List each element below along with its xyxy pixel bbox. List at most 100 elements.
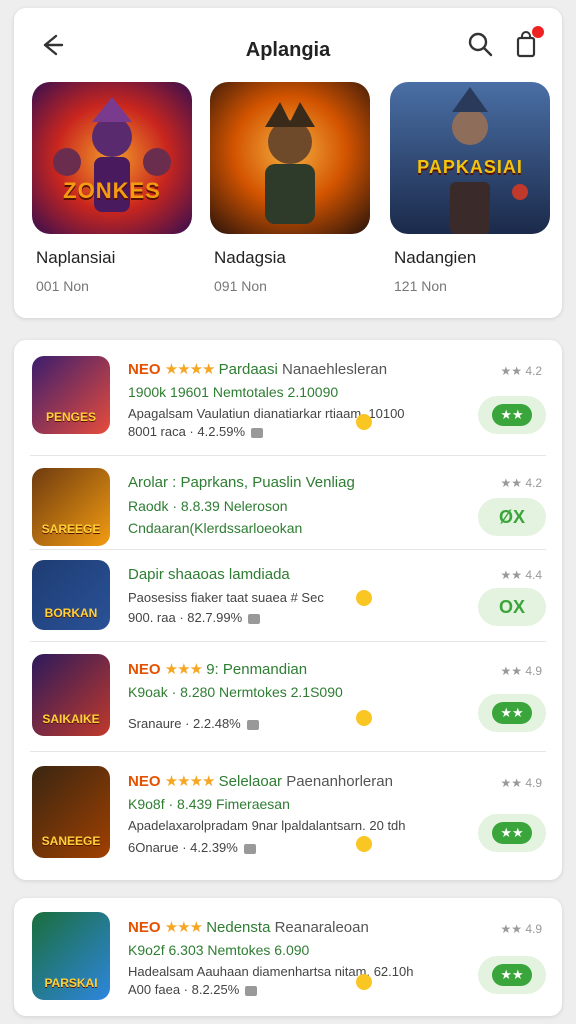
item-subtitle: K9oak · 8.280 Nermtokes 2.1S090	[128, 684, 343, 700]
list-item[interactable]: PENGES NEO ★★★★ Pardaasi Nanaehlesleran …	[14, 340, 562, 456]
tag: NEO	[128, 919, 161, 936]
item-meta: 900. raa · 82.7.99%	[128, 610, 261, 625]
title-tail: Reanaraleoan	[270, 919, 369, 936]
thumb-label: SAIKAIKE	[42, 712, 100, 726]
featured-sub: 091 Non	[214, 278, 267, 294]
stars: ★★★★	[164, 773, 216, 790]
list-item[interactable]: SAREEGE Arolar : Paprkans, Puaslin Venli…	[14, 456, 562, 550]
install-button[interactable]: ØX	[478, 498, 546, 536]
rating: ★★ 4.9	[500, 922, 542, 936]
featured-name: Nadagsia	[214, 248, 286, 267]
item-description: Paosesiss fiaker taat suaea # Sec	[128, 590, 324, 605]
item-description: Cndaaran(Klerdssarloeokan	[128, 520, 303, 536]
featured-item[interactable]: PAPKASIAI Nadangien 121 Non	[390, 82, 550, 312]
thumb-label: SANEEGE	[41, 834, 101, 848]
smiley-icon	[356, 974, 372, 990]
meta-text: 6Onarue · 4.2.39%	[128, 840, 238, 855]
item-title: NEO ★★★ Nedensta Reanaraleoan	[128, 918, 369, 936]
item-subtitle: K9o8f · 8.439 Fimeraesan	[128, 796, 290, 812]
title-text: Pardaasi	[214, 361, 278, 378]
title-tail: Nanaehlesleran	[277, 361, 388, 378]
title-text: Nedensta	[202, 919, 271, 936]
item-title: Arolar : Paprkans, Puaslin Venliag	[128, 474, 355, 491]
thumb-label: BORKAN	[44, 606, 98, 620]
meta-text: 8001 raca · 4.2.59%	[128, 424, 246, 439]
title-text: Selelaoar	[214, 773, 283, 790]
art-label: PAPKASIAI	[417, 157, 523, 177]
tag: NEO	[128, 773, 161, 790]
stars: ★★★	[164, 661, 203, 678]
thumb-label: PARSKAI	[44, 976, 98, 990]
game-thumbnail: SAREEGE	[32, 468, 110, 546]
featured-sub: 121 Non	[394, 278, 447, 294]
thumbs-up-icon	[243, 843, 256, 854]
list-item[interactable]: SAIKAIKE NEO ★★★ 9: Penmandian K9oak · 8…	[14, 642, 562, 752]
title-tail: Paenanhorleran	[282, 773, 393, 790]
list-item[interactable]: SANEEGE NEO ★★★★ Selelaoar Paenanhorlera…	[14, 752, 562, 880]
item-subtitle: 1900k 19601 Nemtotales 2.10090	[128, 384, 339, 400]
smiley-icon	[356, 710, 372, 726]
tag: NEO	[128, 661, 161, 678]
rating: ★★ 4.9	[500, 776, 542, 790]
title-text: Dapir shaaoas lamdiada	[128, 566, 290, 583]
item-title: NEO ★★★★ Selelaoar Paenanhorleran	[128, 772, 393, 790]
item-title: Dapir shaaoas lamdiada	[128, 566, 290, 583]
thumbs-up-icon	[251, 427, 264, 438]
stars: ★★★	[164, 919, 203, 936]
item-subtitle: Raodk · 8.8.39 Neleroson	[128, 498, 288, 514]
action-label: ★★	[492, 404, 532, 426]
install-button[interactable]: ★★	[478, 956, 546, 994]
featured-item[interactable]: ZONKES Naplansiai 001 Non	[32, 82, 192, 312]
rating: ★★ 4.2	[500, 476, 542, 490]
install-button[interactable]: ★★	[478, 396, 546, 434]
rating: ★★ 4.9	[500, 664, 542, 678]
meta-text: Sranaure · 2.2.48%	[128, 716, 241, 731]
featured-item[interactable]: Nadagsia 091 Non	[210, 82, 370, 312]
list-item[interactable]: PARSKAI NEO ★★★ Nedensta Reanaraleoan K9…	[14, 898, 562, 1016]
featured-card: Aplangia ZONKES Naplansiai 001 Non Nadag…	[14, 8, 562, 318]
art-label: ZONKES	[63, 178, 161, 203]
action-label: ★★	[492, 702, 532, 724]
item-meta: A00 faea · 8.2.25%	[128, 982, 258, 997]
thumbs-up-icon	[246, 719, 259, 730]
app-header: Aplangia	[14, 8, 562, 76]
action-label: ★★	[492, 822, 532, 844]
game-art: PAPKASIAI	[390, 82, 550, 234]
smiley-icon	[356, 590, 372, 606]
stars: ★★★★	[164, 361, 216, 378]
game-thumbnail: SANEEGE	[32, 766, 110, 858]
item-subtitle: K9o2f 6.303 Nemtokes 6.090	[128, 942, 310, 958]
install-button[interactable]: ★★	[478, 814, 546, 852]
item-description: Apadelaxarolpradam 9nar lpaldalantsarn. …	[128, 818, 406, 833]
game-list: PENGES NEO ★★★★ Pardaasi Nanaehlesleran …	[14, 340, 562, 880]
item-title: NEO ★★★★ Pardaasi Nanaehlesleran	[128, 360, 387, 378]
game-thumbnail: PENGES	[32, 356, 110, 434]
cart-button[interactable]	[512, 26, 544, 58]
game-thumbnail: PARSKAI	[32, 912, 110, 1000]
install-button[interactable]: OX	[478, 588, 546, 626]
item-meta: 6Onarue · 4.2.39%	[128, 840, 256, 855]
notification-badge	[532, 26, 544, 38]
install-button[interactable]: ★★	[478, 694, 546, 732]
smiley-icon	[356, 414, 372, 430]
game-thumbnail: SAIKAIKE	[32, 654, 110, 736]
list-item[interactable]: BORKAN Dapir shaaoas lamdiada Paosesiss …	[14, 550, 562, 642]
item-meta: 8001 raca · 4.2.59%	[128, 424, 264, 439]
thumb-label: PENGES	[45, 410, 96, 424]
game-thumbnail: BORKAN	[32, 560, 110, 630]
featured-name: Naplansiai	[36, 248, 116, 267]
item-title: NEO ★★★ 9: Penmandian	[128, 660, 307, 678]
thumbs-up-icon	[245, 985, 258, 996]
featured-name: Nadangien	[394, 248, 477, 267]
title-text: Arolar : Paprkans, Puaslin Venliag	[128, 474, 355, 491]
game-art: ZONKES	[32, 82, 192, 234]
featured-sub: 001 Non	[36, 278, 89, 294]
thumbs-up-icon	[248, 613, 261, 624]
search-icon[interactable]	[466, 30, 494, 58]
game-art	[210, 82, 370, 234]
rating: ★★ 4.4	[500, 568, 542, 582]
tag: NEO	[128, 361, 161, 378]
rating: ★★ 4.2	[500, 364, 542, 378]
action-label: ★★	[492, 964, 532, 986]
game-list-2: PARSKAI NEO ★★★ Nedensta Reanaraleoan K9…	[14, 898, 562, 1016]
